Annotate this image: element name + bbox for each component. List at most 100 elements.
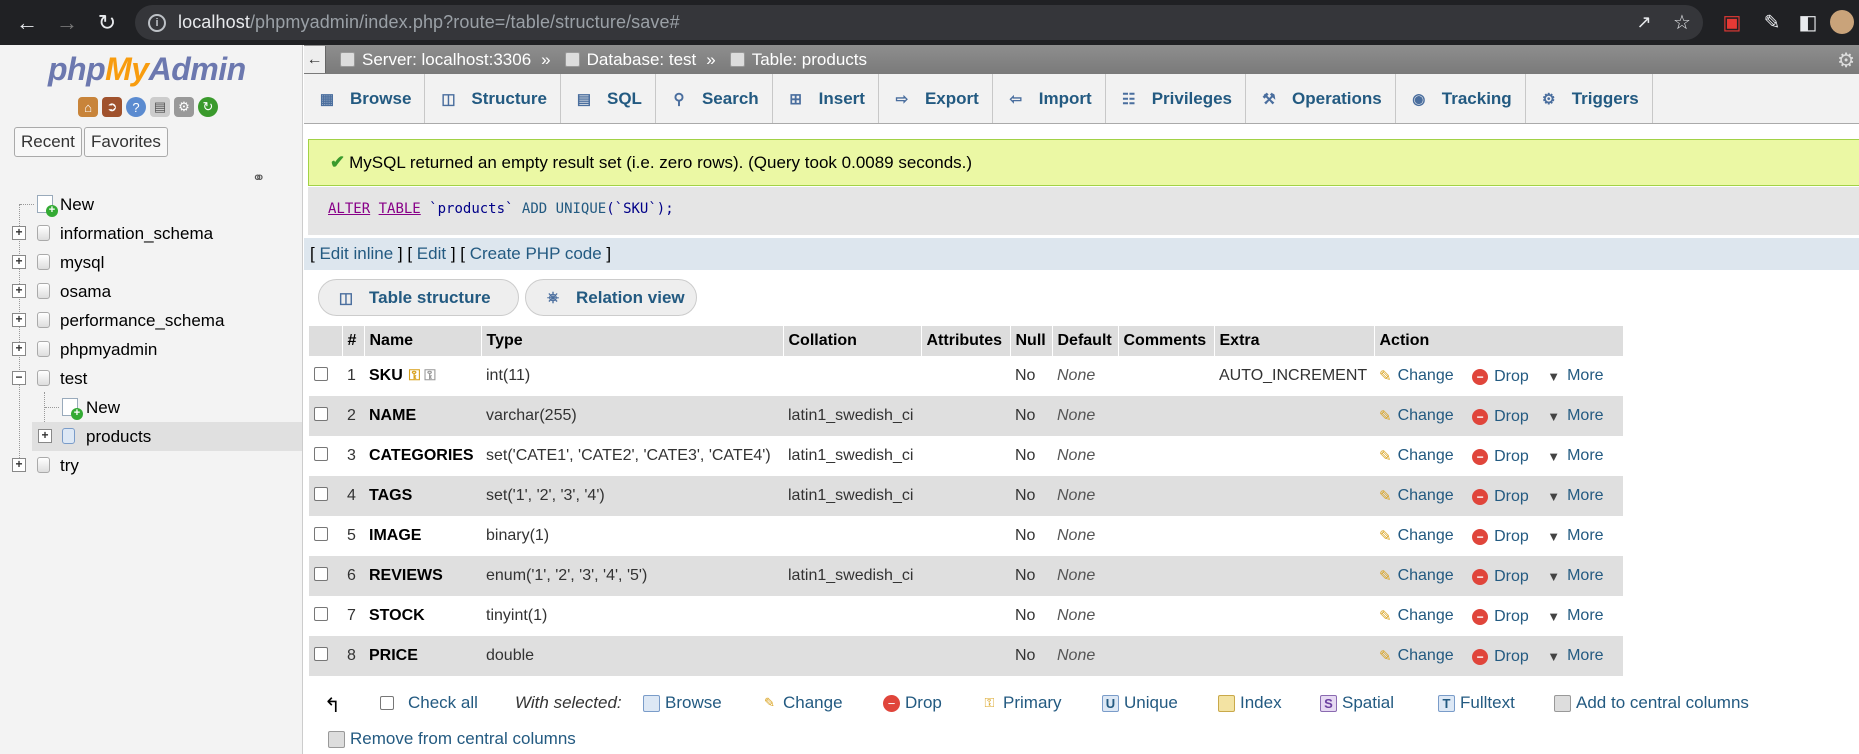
drop-action[interactable]: − Drop <box>1472 568 1529 586</box>
row-checkbox[interactable] <box>314 526 328 541</box>
more-action[interactable]: ▼ More <box>1547 527 1603 545</box>
row-checkbox[interactable] <box>314 446 328 461</box>
tree-item-test[interactable]: − test <box>0 364 302 393</box>
profile-avatar[interactable] <box>1830 10 1854 34</box>
link-with-main-icon[interactable]: ⚭ <box>252 168 265 188</box>
tab-sql[interactable]: ▤ SQL <box>561 74 656 123</box>
breadcrumb-database[interactable]: Database: test <box>564 50 696 70</box>
edit-inline-link[interactable]: Edit inline <box>319 244 393 263</box>
change-action[interactable]: ✎ Change <box>1379 487 1454 505</box>
reload-nav-icon[interactable]: ↻ <box>198 97 218 117</box>
tab-triggers[interactable]: ⚙ Triggers <box>1525 74 1653 123</box>
change-action[interactable]: ✎ Change <box>1379 407 1454 425</box>
bulk-fulltext-button[interactable]: T Fulltext <box>1438 693 1515 713</box>
change-action[interactable]: ✎ Change <box>1379 567 1454 585</box>
expand-icon[interactable]: + <box>38 429 52 443</box>
share-icon[interactable]: ↗ <box>1632 10 1656 34</box>
check-all[interactable]: Check all <box>380 693 478 713</box>
bulk-primary-button[interactable]: ⚿ Primary <box>981 693 1062 713</box>
bulk-unique-button[interactable]: U Unique <box>1102 693 1178 713</box>
bulk-index-button[interactable]: Index <box>1218 693 1282 713</box>
favorites-tab[interactable]: Favorites <box>84 127 168 157</box>
create-php-code-link[interactable]: Create PHP code <box>470 244 602 263</box>
tab-privileges[interactable]: ☷ Privileges <box>1105 74 1247 123</box>
drop-action[interactable]: − Drop <box>1472 448 1529 466</box>
help-icon[interactable]: ? <box>126 97 146 117</box>
phpmyadmin-logo[interactable]: phpMyAdmin <box>48 51 246 88</box>
more-action[interactable]: ▼ More <box>1547 487 1603 505</box>
logout-icon[interactable]: ➲ <box>102 97 122 117</box>
tree-item-try[interactable]: + try <box>0 451 302 480</box>
tab-browse[interactable]: ▦ Browse <box>304 74 426 123</box>
expand-icon[interactable]: + <box>12 226 26 240</box>
check-all-checkbox[interactable] <box>380 696 394 710</box>
tree-item-test-new[interactable]: New <box>0 393 302 422</box>
tree-item-osama[interactable]: + osama <box>0 277 302 306</box>
change-action[interactable]: ✎ Change <box>1379 527 1454 545</box>
settings-gear-icon[interactable]: ⚙ <box>1837 48 1855 73</box>
home-icon[interactable]: ⌂ <box>78 97 98 117</box>
drop-action[interactable]: − Drop <box>1472 648 1529 666</box>
bookmark-star-icon[interactable]: ☆ <box>1670 10 1694 34</box>
drop-action[interactable]: − Drop <box>1472 608 1529 626</box>
tree-item-information-schema[interactable]: + information_schema <box>0 219 302 248</box>
settings-gear-icon[interactable]: ⚙ <box>174 97 194 117</box>
change-action[interactable]: ✎ Change <box>1379 367 1454 385</box>
tree-item-phpmyadmin[interactable]: + phpmyadmin <box>0 335 302 364</box>
forward-arrow-icon[interactable]: → <box>52 8 82 38</box>
bulk-drop-button[interactable]: − Drop <box>883 693 942 713</box>
bulk-browse-button[interactable]: Browse <box>643 693 722 713</box>
row-checkbox[interactable] <box>314 486 328 501</box>
edit-link[interactable]: Edit <box>417 244 446 263</box>
table-structure-button[interactable]: ◫ Table structure <box>318 279 519 316</box>
breadcrumb-server[interactable]: Server: localhost:3306 <box>340 50 531 70</box>
add-central-columns-button[interactable]: Add to central columns <box>1554 693 1749 713</box>
sql-keyword[interactable]: TABLE <box>379 201 421 217</box>
row-checkbox[interactable] <box>314 606 328 621</box>
drop-action[interactable]: − Drop <box>1472 488 1529 506</box>
change-action[interactable]: ✎ Change <box>1379 607 1454 625</box>
reload-icon[interactable]: ↻ <box>92 8 122 38</box>
bulk-change-button[interactable]: ✎ Change <box>761 693 843 713</box>
bulk-spatial-button[interactable]: S Spatial <box>1320 693 1394 713</box>
collapse-icon[interactable]: − <box>12 371 26 385</box>
row-checkbox[interactable] <box>314 646 328 661</box>
tab-search[interactable]: ⚲ Search <box>655 74 773 123</box>
expand-icon[interactable]: + <box>12 284 26 298</box>
change-action[interactable]: ✎ Change <box>1379 647 1454 665</box>
tab-export[interactable]: ⇨ Export <box>878 74 993 123</box>
side-panel-icon[interactable]: ◧ <box>1796 10 1820 34</box>
recent-tab[interactable]: Recent <box>14 127 82 157</box>
more-action[interactable]: ▼ More <box>1547 367 1603 385</box>
more-action[interactable]: ▼ More <box>1547 607 1603 625</box>
tab-insert[interactable]: ⊞ Insert <box>772 74 879 123</box>
change-action[interactable]: ✎ Change <box>1379 447 1454 465</box>
drop-action[interactable]: − Drop <box>1472 528 1529 546</box>
tab-operations[interactable]: ⚒ Operations <box>1246 74 1396 123</box>
tab-import[interactable]: ⇦ Import <box>992 74 1106 123</box>
back-arrow-icon[interactable]: ← <box>12 8 42 38</box>
more-action[interactable]: ▼ More <box>1547 407 1603 425</box>
extension-shield-icon[interactable]: ▣ <box>1720 10 1744 34</box>
drop-action[interactable]: − Drop <box>1472 408 1529 426</box>
more-action[interactable]: ▼ More <box>1547 647 1603 665</box>
tree-item-products[interactable]: + products <box>32 422 302 451</box>
expand-icon[interactable]: + <box>12 255 26 269</box>
expand-icon[interactable]: + <box>12 458 26 472</box>
expand-icon[interactable]: + <box>12 313 26 327</box>
address-bar[interactable]: i localhost/phpmyadmin/index.php?route=/… <box>135 5 1703 40</box>
drop-action[interactable]: − Drop <box>1472 368 1529 386</box>
tab-tracking[interactable]: ◉ Tracking <box>1395 74 1526 123</box>
row-checkbox[interactable] <box>314 566 328 581</box>
tree-item-mysql[interactable]: + mysql <box>0 248 302 277</box>
tab-structure[interactable]: ◫ Structure <box>425 74 561 123</box>
extensions-puzzle-icon[interactable]: ✎ <box>1760 10 1784 34</box>
breadcrumb-table[interactable]: Table: products <box>729 50 867 70</box>
collapse-nav-arrow-icon[interactable]: ← <box>304 46 326 73</box>
more-action[interactable]: ▼ More <box>1547 567 1603 585</box>
expand-icon[interactable]: + <box>12 342 26 356</box>
docs-icon[interactable]: ▤ <box>150 97 170 117</box>
site-info-icon[interactable]: i <box>148 13 166 32</box>
row-checkbox[interactable] <box>314 366 328 381</box>
more-action[interactable]: ▼ More <box>1547 447 1603 465</box>
